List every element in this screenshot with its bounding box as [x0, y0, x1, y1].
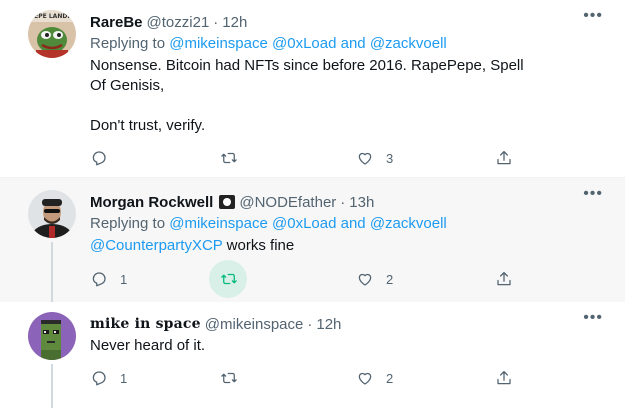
share-icon [497, 150, 511, 165]
tweet-rarebe[interactable]: PEPE LANDIA RareBe @tozzi21 · 12h Replyi… [0, 0, 625, 178]
replying-label: Replying to [90, 35, 170, 52]
reply-button[interactable] [90, 146, 120, 170]
username[interactable]: @tozzi21 [147, 14, 210, 31]
mention-link[interactable]: @zackvoell [370, 35, 447, 52]
tweet-text: @CounterpartyXCP works fine [90, 236, 530, 256]
mention-link[interactable]: @0xLoad [272, 35, 336, 52]
more-icon[interactable]: ••• [583, 8, 603, 24]
replying-to: Replying to @mikeinspace @0xLoad and @za… [90, 34, 530, 54]
pixel-punk-avatar-image [28, 312, 76, 360]
avatar[interactable] [28, 312, 76, 360]
pepe-avatar-image: PEPE LANDIA [28, 10, 76, 58]
thread-line [51, 242, 53, 302]
replying-label: Replying to [90, 215, 170, 232]
reply-icon [92, 272, 106, 287]
display-name[interactable]: RareBe [90, 14, 143, 31]
more-icon[interactable]: ••• [583, 186, 603, 202]
like-count: 3 [386, 150, 394, 166]
avatar[interactable]: PEPE LANDIA [28, 10, 76, 58]
like-count: 2 [386, 271, 394, 287]
tweet-header: RareBe @tozzi21 · 12h [90, 12, 605, 32]
display-name[interactable]: mike in space [90, 316, 201, 332]
retweet-icon [221, 152, 237, 164]
like-button[interactable]: 2 [356, 267, 393, 291]
tweet-actions: 3 [90, 146, 513, 170]
mention-link[interactable]: @mikeinspace [169, 215, 268, 232]
tweet-content: Morgan Rockwell @NODEfather · 13h Replyi… [90, 192, 605, 256]
avatar[interactable] [28, 190, 76, 238]
tweet-header: Morgan Rockwell @NODEfather · 13h [90, 192, 605, 212]
mention-and-text: and [336, 35, 370, 52]
retweet-icon [221, 273, 237, 285]
timestamp[interactable]: 12h [316, 316, 341, 333]
like-count: 2 [386, 370, 394, 386]
reply-count: 1 [120, 370, 128, 386]
avatar-label: PEPE LANDIA [30, 13, 75, 20]
reply-button[interactable]: 1 [90, 366, 127, 390]
tweet-actions: 1 2 [90, 366, 513, 390]
timestamp[interactable]: 12h [222, 14, 247, 31]
reply-icon [92, 371, 106, 386]
separator-dot: · [213, 13, 219, 31]
tweet-text: Nonsense. Bitcoin had NFTs since before … [90, 56, 530, 136]
username[interactable]: @mikeinspace [205, 316, 304, 333]
share-icon [497, 370, 511, 385]
username[interactable]: @NODEfather [239, 194, 336, 211]
tweet-text-line: Don't trust, verify. [90, 117, 206, 134]
reply-icon [92, 151, 106, 166]
mention-link[interactable]: @mikeinspace [169, 35, 268, 52]
reply-count: 1 [120, 271, 128, 287]
share-button[interactable] [495, 267, 513, 291]
thread-line [51, 364, 53, 408]
retweet-button[interactable] [220, 366, 250, 390]
heart-icon [358, 152, 372, 165]
timestamp[interactable]: 13h [349, 194, 374, 211]
retweet-button[interactable] [220, 146, 250, 170]
tweet-content: mike in space @mikeinspace · 12h Never h… [90, 314, 605, 356]
tweet-header: mike in space @mikeinspace · 12h [90, 314, 605, 334]
replying-to: Replying to @mikeinspace @0xLoad and @za… [90, 214, 530, 234]
pirate-flag-icon [219, 195, 236, 209]
display-name[interactable]: Morgan Rockwell [90, 194, 213, 211]
share-button[interactable] [495, 366, 513, 390]
separator-dot: · [307, 315, 313, 333]
profile-photo [28, 190, 76, 238]
tweet-text-rest: works fine [222, 237, 295, 254]
tweet-mike-in-space[interactable]: mike in space @mikeinspace · 12h Never h… [0, 302, 625, 408]
separator-dot: · [340, 193, 346, 211]
tweet-content: RareBe @tozzi21 · 12h Replying to @mikei… [90, 12, 605, 136]
share-button[interactable] [495, 146, 513, 170]
mention-link[interactable]: @CounterpartyXCP [90, 237, 223, 254]
tweet-actions: 1 2 [90, 260, 513, 298]
retweet-icon [221, 372, 237, 384]
heart-icon [358, 273, 372, 286]
tweet-text: Never heard of it. [90, 337, 206, 354]
like-button[interactable]: 3 [356, 146, 393, 170]
reply-button[interactable]: 1 [90, 267, 127, 291]
heart-icon [358, 372, 372, 385]
tweet-morgan-rockwell[interactable]: Morgan Rockwell @NODEfather · 13h Replyi… [0, 178, 625, 302]
like-button[interactable]: 2 [356, 366, 393, 390]
mention-link[interactable]: @zackvoell [370, 215, 447, 232]
mention-and-text: and [336, 215, 370, 232]
more-icon[interactable]: ••• [583, 310, 603, 326]
share-icon [497, 271, 511, 286]
tweet-text-line: Nonsense. Bitcoin had NFTs since before … [90, 57, 524, 94]
retweet-button[interactable] [209, 260, 250, 298]
mention-link[interactable]: @0xLoad [272, 215, 336, 232]
